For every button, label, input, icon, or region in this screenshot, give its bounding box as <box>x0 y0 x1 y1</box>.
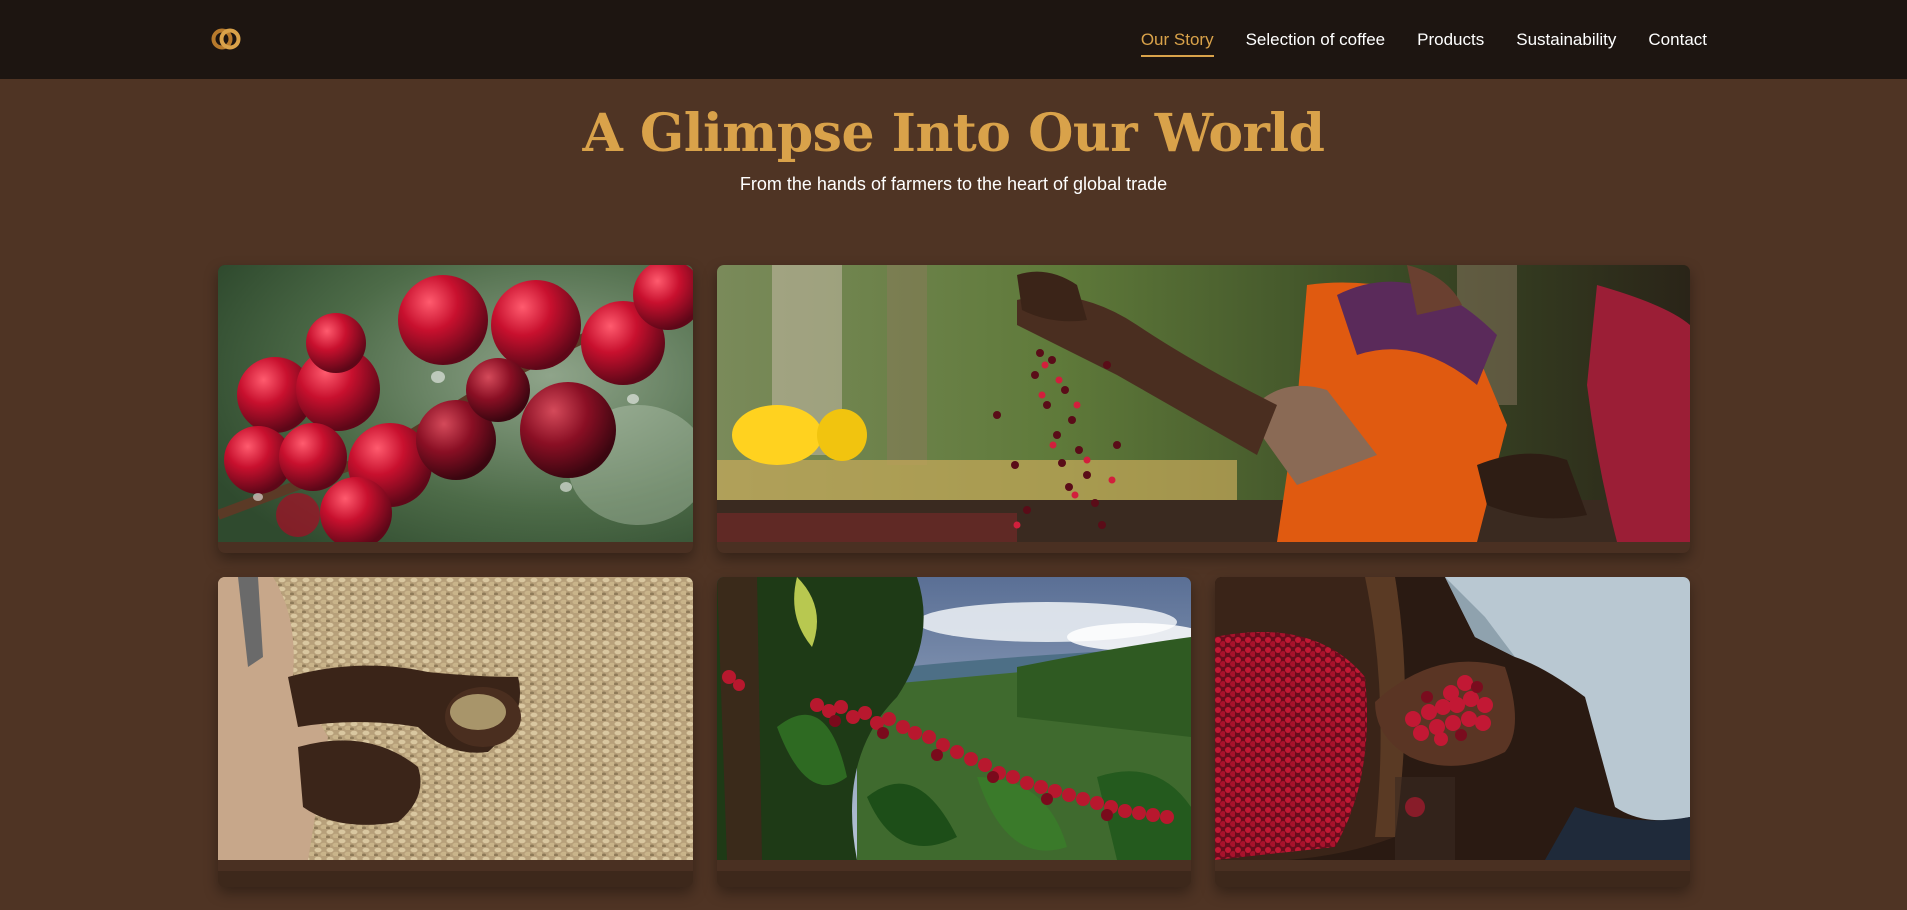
card-caption-strip <box>218 542 693 553</box>
basket-cherries-image <box>1215 577 1690 860</box>
hero-section: A Glimpse Into Our World From the hands … <box>0 100 1907 195</box>
farmers-image <box>717 265 1690 542</box>
card-caption-strip <box>218 860 693 871</box>
nav-link-our-story[interactable]: Our Story <box>1140 24 1214 57</box>
nav-link-sustainability[interactable]: Sustainability <box>1516 24 1616 56</box>
gallery-card-farmers[interactable] <box>717 265 1690 553</box>
card-caption-strip <box>717 860 1191 871</box>
page-title: A Glimpse Into Our World <box>582 103 1325 164</box>
gallery-card-cherries[interactable] <box>218 265 693 553</box>
nav-link-contact[interactable]: Contact <box>1648 24 1707 56</box>
gallery-card-mountain-plant[interactable] <box>717 577 1191 887</box>
logo-icon[interactable] <box>211 28 241 50</box>
card-caption-strip <box>1215 860 1690 871</box>
gallery-card-green-beans[interactable] <box>218 577 693 887</box>
main-nav: Our Story Selection of coffee Products S… <box>1140 0 1707 79</box>
nav-link-selection-of-coffee[interactable]: Selection of coffee <box>1246 24 1386 56</box>
nav-link-products[interactable]: Products <box>1417 24 1484 56</box>
card-caption-strip <box>717 542 1690 553</box>
top-navbar: Our Story Selection of coffee Products S… <box>0 0 1907 79</box>
gallery-card-basket[interactable] <box>1215 577 1690 887</box>
mountain-plant-image <box>717 577 1191 860</box>
coffee-cherries-image <box>218 265 693 542</box>
page-subtitle: From the hands of farmers to the heart o… <box>739 174 1168 194</box>
green-beans-image <box>218 577 693 860</box>
